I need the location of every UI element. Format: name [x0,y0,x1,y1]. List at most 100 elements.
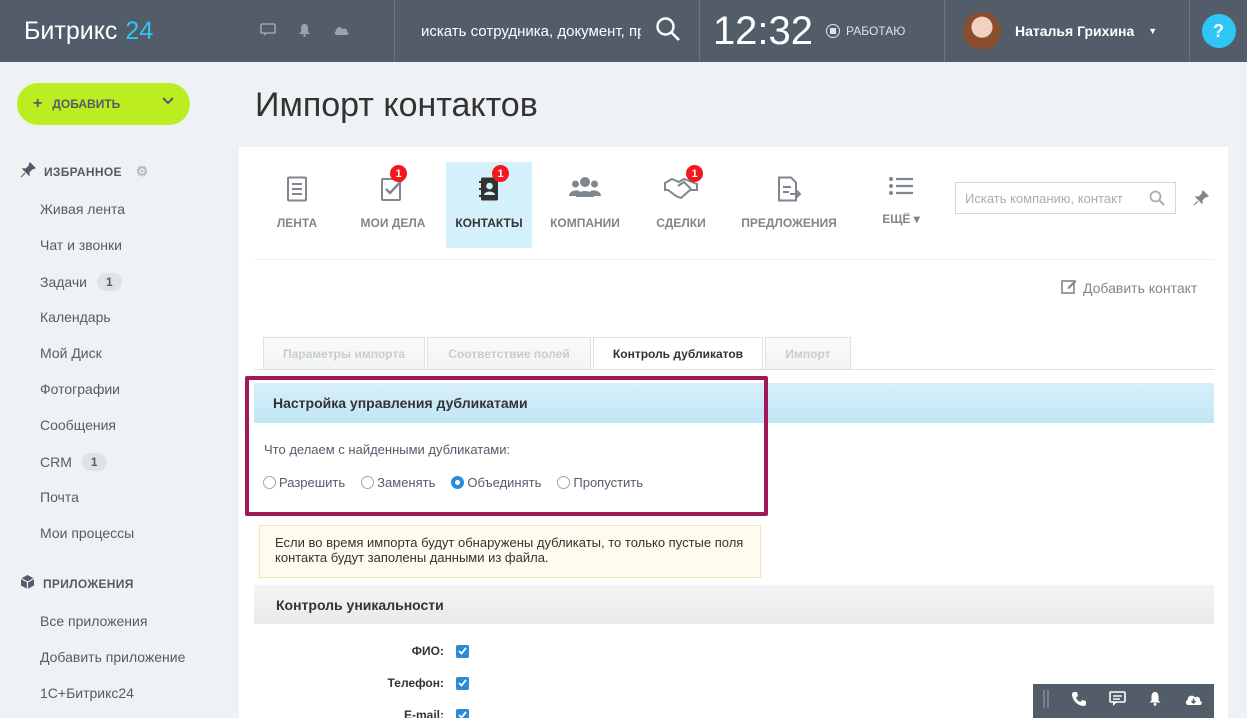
tab-feed[interactable]: ЛЕНТА [254,162,340,248]
chat-icon[interactable] [1109,690,1126,712]
field-email: E-mail: [369,708,469,718]
top-bar: Битрикс 24 искать сотрудника, документ, … [0,0,1247,62]
counter-badge: 1 [81,453,107,471]
tab-more[interactable]: ЕЩЁ ▾ [854,162,948,248]
duplicates-note: Если во время импорта будут обнаружены д… [259,525,761,578]
cloud-icon[interactable] [333,23,350,39]
step-import-params[interactable]: Параметры импорта [263,337,425,369]
apps-header: ПРИЛОЖЕНИЯ [20,574,134,593]
sidebar-item-disk[interactable]: Мой Диск [40,345,102,361]
bottom-toolbar [1033,684,1214,718]
crm-search-input[interactable]: Искать компанию, контакт [955,182,1176,214]
add-contact-label: Добавить контакт [1083,279,1198,296]
step-import[interactable]: Импорт [765,337,851,369]
sidebar-item-label: Календарь [40,309,111,325]
main-card: ЛЕНТА 1 МОИ ДЕЛА 1 КОНТАКТЫ КОМПАНИИ 1 С… [239,147,1228,718]
step-duplicate-control[interactable]: Контроль дубликатов [593,337,763,370]
tab-companies[interactable]: КОМПАНИИ [532,162,638,248]
checkbox-checked[interactable] [456,644,469,658]
steps-baseline [254,369,1214,370]
favorites-title: ИЗБРАННОЕ [44,164,122,179]
sidebar-item-mail[interactable]: Почта [40,489,79,505]
sidebar-item-messages[interactable]: Сообщения [40,417,116,433]
logo[interactable]: Битрикс 24 [0,0,248,62]
sidebar-item-feed[interactable]: Живая лента [40,201,125,217]
field-label: ФИО: [411,644,444,658]
user-name: Наталья Грихина [1015,23,1135,39]
clock[interactable]: 12:32 [700,0,826,62]
sidebar-item-chat[interactable]: Чат и звонки [40,237,122,253]
top-icons [248,0,394,62]
sidebar-item-calendar[interactable]: Календарь [40,309,111,325]
tab-label: МОИ ДЕЛА [360,216,426,230]
sidebar-item-label: Почта [40,489,79,505]
tab-label: ЕЩЁ ▾ [882,212,920,226]
grip-icon [1043,689,1049,713]
caret-down-icon: ▼ [1148,26,1158,36]
pin-icon[interactable] [1193,189,1210,211]
sidebar-item-photos[interactable]: Фотографии [40,381,120,397]
sidebar-item-all-apps[interactable]: Все приложения [40,613,147,629]
field-phone: Телефон: [369,676,469,690]
uniqueness-section-header: Контроль уникальности [254,585,1214,624]
field-fullname: ФИО: [384,644,469,658]
tab-label: ЛЕНТА [276,216,318,230]
apps-title: ПРИЛОЖЕНИЯ [43,576,134,591]
work-status[interactable]: РАБОТАЮ [826,0,944,62]
step-field-mapping[interactable]: Соответствие полей [427,337,591,369]
user-menu[interactable]: Наталья Грихина ▼ [945,0,1189,62]
edit-icon [1061,278,1077,297]
people-icon [569,176,601,201]
sidebar-item-label: Задачи [40,274,88,290]
sidebar-item-label: Сообщения [40,417,116,433]
sidebar-item-label: Все приложения [40,613,148,629]
global-search[interactable]: искать сотрудника, документ, про [395,0,699,62]
add-contact-link[interactable]: Добавить контакт [1061,278,1197,297]
crm-search-placeholder: Искать компанию, контакт [965,190,1123,206]
sidebar-item-label: CRM [40,454,72,470]
gear-icon[interactable]: ⚙ [136,163,149,180]
bell-icon[interactable] [1148,691,1162,711]
counter-badge: 1 [97,273,122,291]
search-icon[interactable] [1149,190,1165,209]
checkbox-checked[interactable] [456,708,469,718]
notification-badge: 1 [686,165,703,182]
sidebar-item-label: Чат и звонки [40,237,122,253]
bell-icon[interactable] [298,23,311,40]
sidebar-item-1c[interactable]: 1С+Битрикс24 [40,685,134,701]
tab-quotes[interactable]: ПРЕДЛОЖЕНИЯ [724,162,854,248]
tab-my-activities[interactable]: 1 МОИ ДЕЛА [340,162,446,248]
tab-label: КОНТАКТЫ [455,216,523,230]
global-search-input[interactable]: искать сотрудника, документ, про [421,23,641,40]
plus-icon: + [33,95,43,112]
tab-label: ПРЕДЛОЖЕНИЯ [741,216,837,230]
cube-icon [20,574,35,593]
divider [254,259,1214,260]
help-area: ? [1189,0,1247,62]
add-button-label: ДОБАВИТЬ [52,97,121,111]
pin-icon [20,161,37,181]
import-steps: Параметры импорта Соответствие полей Кон… [263,337,851,370]
sidebar-item-processes[interactable]: Мои процессы [40,525,134,541]
notification-badge: 1 [492,165,509,182]
tab-label: КОМПАНИИ [550,216,620,230]
chat-icon[interactable] [260,22,276,40]
tab-contacts[interactable]: 1 КОНТАКТЫ [446,162,532,248]
search-icon[interactable] [655,16,681,46]
cloud-icon[interactable] [1184,692,1203,711]
list-icon [888,176,914,199]
notification-badge: 1 [390,165,407,182]
sidebar-item-crm[interactable]: CRM 1 [40,453,107,471]
tab-deals[interactable]: 1 СДЕЛКИ [638,162,724,248]
add-button[interactable]: + ДОБАВИТЬ [17,83,190,125]
logo-number: 24 [125,16,154,45]
help-button[interactable]: ? [1201,14,1236,48]
avatar [963,12,1001,50]
phone-icon[interactable] [1071,691,1087,712]
tab-label: СДЕЛКИ [656,216,706,230]
sidebar-item-add-app[interactable]: Добавить приложение [40,649,185,665]
sidebar-item-label: Добавить приложение [40,649,186,665]
page-title: Импорт контактов [255,86,538,124]
checkbox-checked[interactable] [456,676,469,690]
sidebar-item-tasks[interactable]: Задачи 1 [40,273,122,291]
